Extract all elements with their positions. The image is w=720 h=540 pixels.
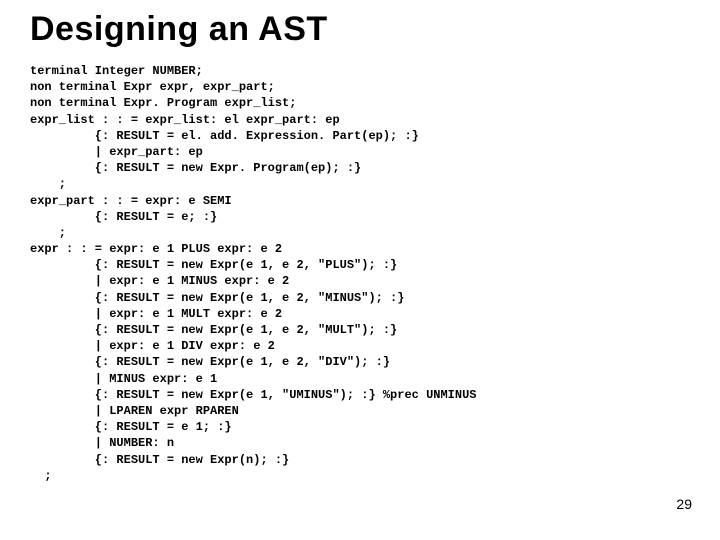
slide-title: Designing an AST	[30, 10, 690, 49]
page-number: 29	[676, 496, 692, 512]
code-block: terminal Integer NUMBER; non terminal Ex…	[30, 63, 690, 484]
